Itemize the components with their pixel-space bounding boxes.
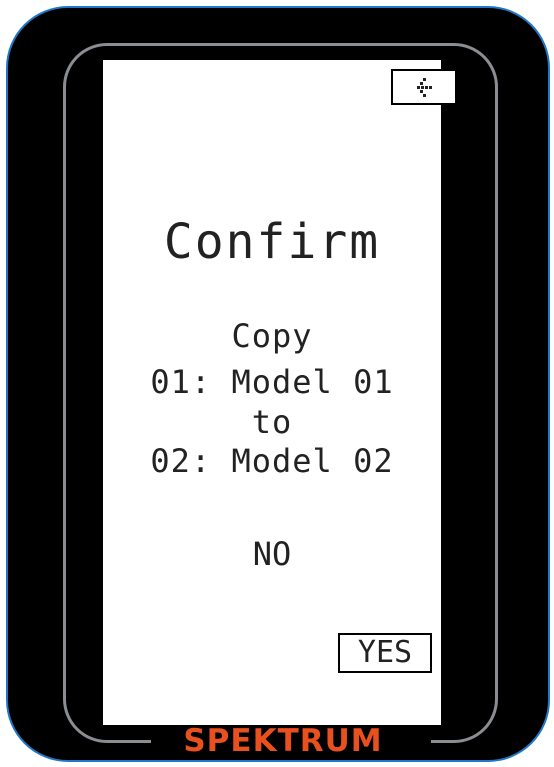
brand-logo: SPEKTRUM <box>183 723 383 759</box>
message-action: Copy <box>231 317 313 355</box>
dialog-title: Confirm <box>163 214 381 270</box>
back-button[interactable] <box>391 69 457 105</box>
yes-button[interactable]: YES <box>338 633 432 673</box>
no-button[interactable]: NO <box>103 534 441 574</box>
message-source-model: 01: Model 01 <box>150 363 394 401</box>
back-arrow-icon <box>411 77 437 97</box>
message-destination-model: 02: Model 02 <box>150 442 394 480</box>
message-connector: to <box>251 403 293 441</box>
lcd-screen: Confirm Copy 01: Model 01 to 02: Model 0… <box>103 60 457 725</box>
